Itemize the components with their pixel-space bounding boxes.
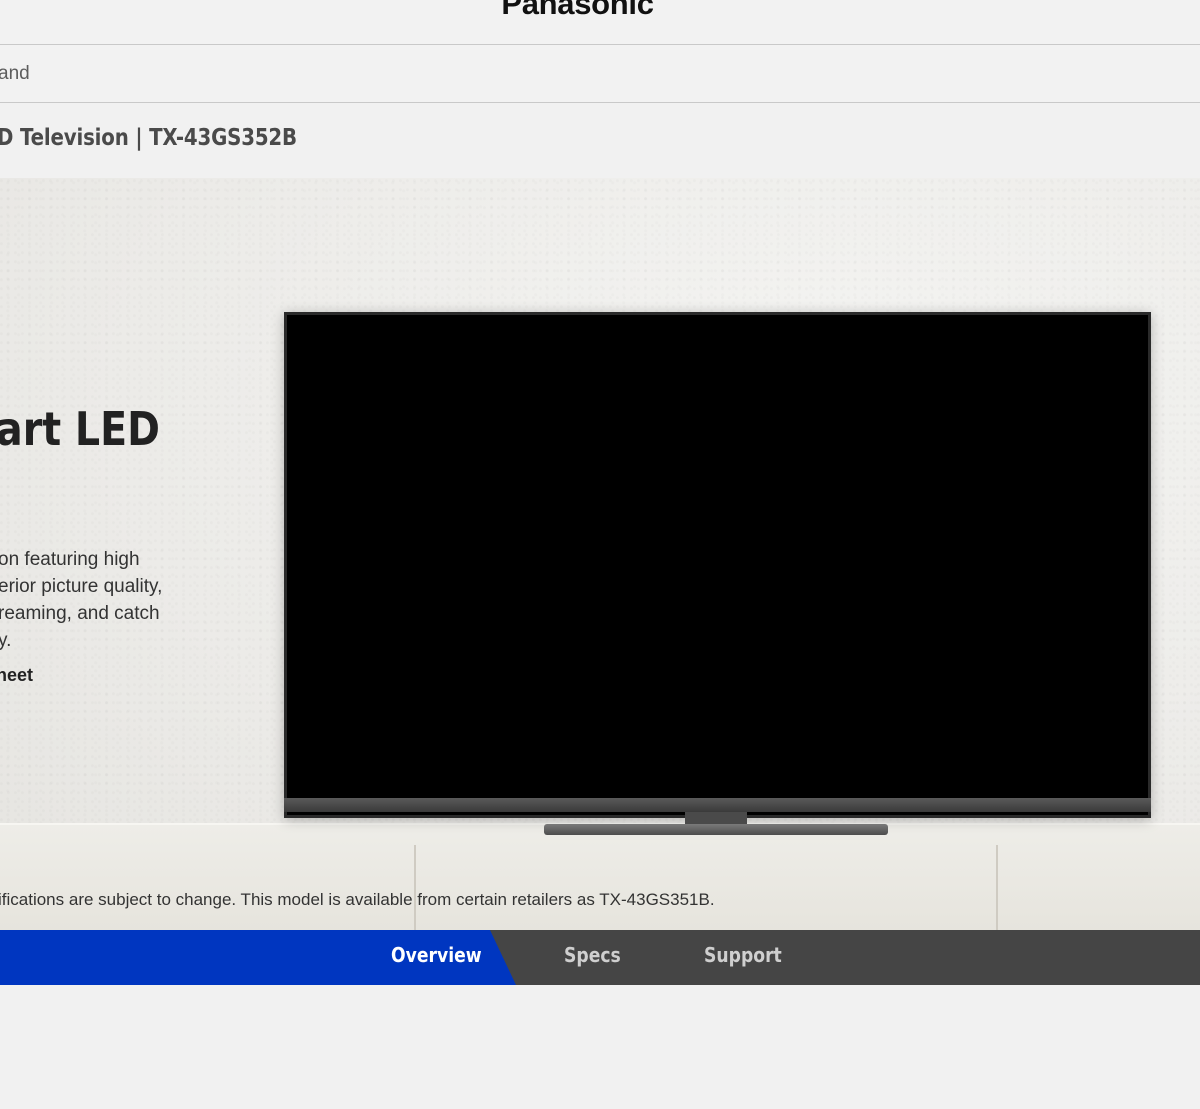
breadcrumb: and [0, 45, 1200, 103]
tab-overview[interactable]: Overview [391, 943, 482, 967]
page-title: D Television | TX-43GS352B [0, 125, 297, 151]
shelf-divider [414, 845, 416, 930]
hero-description: on featuring high erior picture quality,… [0, 546, 162, 654]
disclaimer-text: ifications are subject to change. This m… [0, 890, 715, 909]
shelf-divider [996, 845, 998, 930]
tv-product-image [284, 312, 1151, 818]
hero-description-line: reaming, and catch [0, 603, 160, 624]
tab-support[interactable]: Support [704, 943, 782, 967]
product-tab-bar: Overview Specs Support [0, 930, 1200, 985]
hero-description-line: on featuring high [0, 549, 140, 570]
tab-specs[interactable]: Specs [564, 943, 621, 967]
tv-stand-base [544, 824, 888, 835]
spec-sheet-link[interactable]: heet [0, 665, 33, 686]
tv-bezel-bottom [284, 798, 1151, 812]
hero-description-line: erior picture quality, [0, 576, 163, 597]
tv-stand-shelf [0, 823, 1200, 930]
hero-section: art LED on featuring high erior picture … [0, 178, 1200, 930]
site-header: Panasonic [0, 0, 1200, 45]
brand-logo[interactable]: Panasonic [0, 0, 1155, 22]
hero-description-line: y. [0, 630, 12, 651]
hero-heading: art LED [0, 402, 160, 456]
breadcrumb-item[interactable]: and [0, 63, 30, 85]
